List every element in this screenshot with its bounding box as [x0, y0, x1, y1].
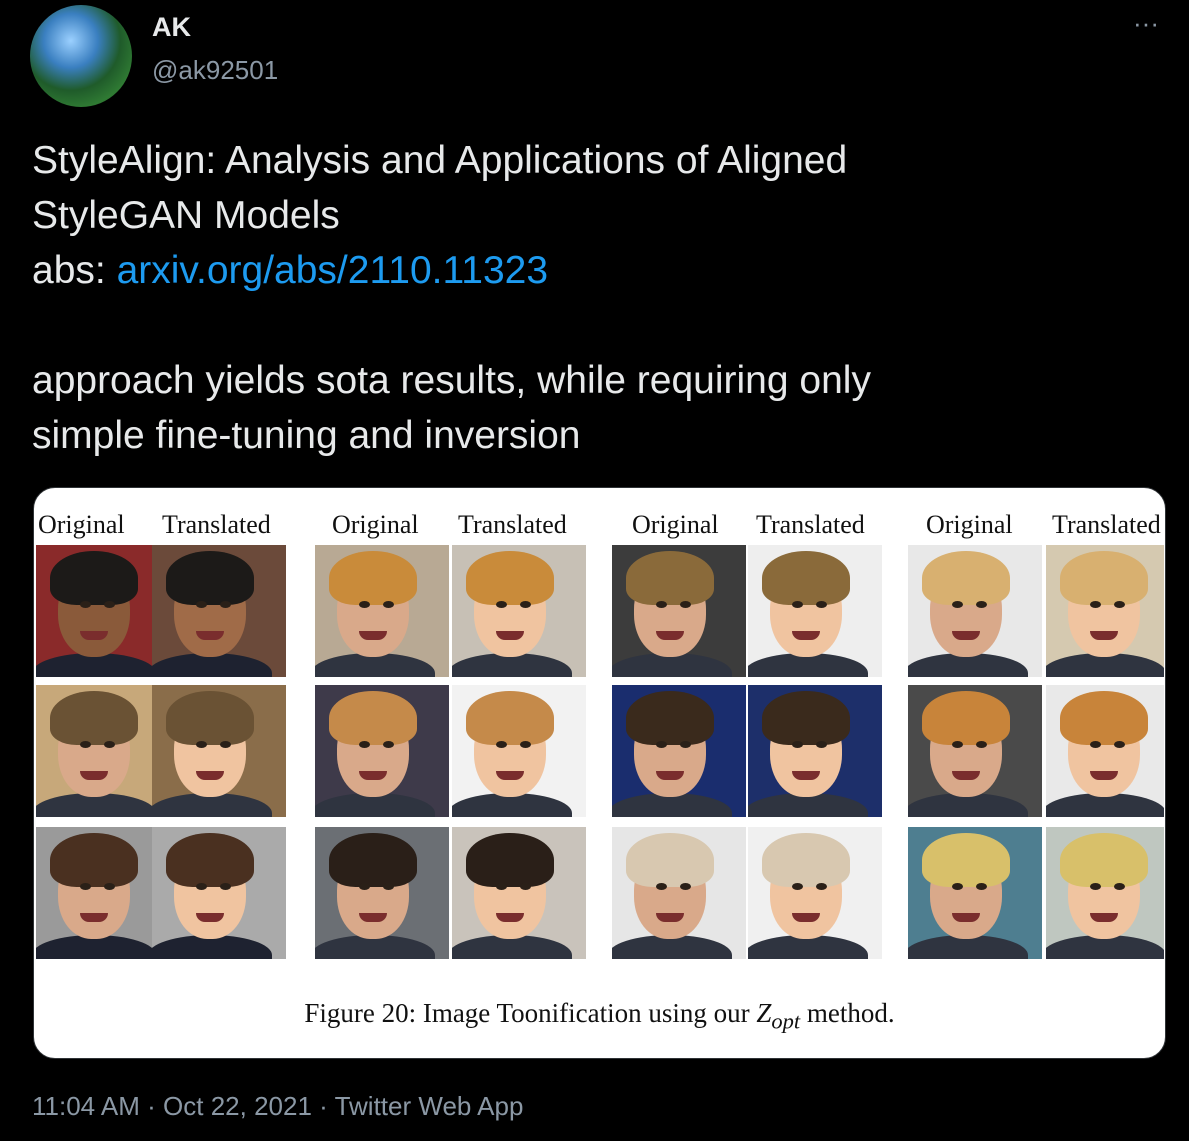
author-avatar[interactable]	[30, 5, 132, 107]
original-face-image	[315, 545, 449, 677]
tweet-line: simple fine-tuning and inversion	[32, 414, 581, 457]
math-subscript: opt	[771, 1008, 801, 1034]
translated-face-image	[152, 545, 286, 677]
figure-caption: Figure 20: Image Toonification using our…	[304, 998, 895, 1034]
translated-face-image	[452, 545, 586, 677]
original-face-image	[315, 827, 449, 959]
original-face-image	[908, 545, 1042, 677]
column-header-original: Original	[632, 510, 719, 539]
original-face-image	[612, 685, 746, 817]
tweet-metadata: 11:04 AM · Oct 22, 2021 · Twitter Web Ap…	[32, 1091, 524, 1121]
original-face-image	[315, 685, 449, 817]
translated-face-image	[452, 685, 586, 817]
translated-face-image	[152, 685, 286, 817]
column-header-original: Original	[926, 510, 1013, 539]
column-header-translated: Translated	[756, 510, 865, 539]
original-face-image	[612, 827, 746, 959]
translated-face-image	[748, 827, 882, 959]
column-header-translated: Translated	[162, 510, 271, 539]
translated-face-image	[1046, 685, 1164, 817]
column-header-original: Original	[332, 510, 419, 539]
tweet-source[interactable]: Twitter Web App	[335, 1091, 524, 1121]
tweet-text: StyleAlign: Analysis and Applications of…	[32, 133, 1142, 463]
original-face-image	[36, 827, 170, 959]
arxiv-link[interactable]: arxiv.org/abs/2110.11323	[117, 249, 548, 292]
tweet-media-image[interactable]: Original Translated Original Translated Orig…	[33, 487, 1166, 1059]
translated-face-image	[452, 827, 586, 959]
tweet-line: StyleGAN Models	[32, 194, 340, 237]
tweet-line: StyleAlign: Analysis and Applications of…	[32, 139, 848, 182]
tweet-line: abs: arxiv.org/abs/2110.11323	[32, 243, 1142, 298]
author-name[interactable]: AK	[152, 12, 191, 43]
translated-face-image	[1046, 827, 1164, 959]
original-face-image	[36, 545, 170, 677]
original-face-image	[612, 545, 746, 677]
original-face-image	[908, 685, 1042, 817]
tweet-line: approach yields sota results, while requ…	[32, 359, 871, 402]
math-symbol: Z	[756, 998, 772, 1028]
original-face-image	[908, 827, 1042, 959]
tweet-time[interactable]: 11:04 AM	[32, 1091, 140, 1121]
tweet-date[interactable]: Oct 22, 2021	[163, 1091, 312, 1121]
column-header-original: Original	[38, 510, 125, 539]
translated-face-image	[748, 545, 882, 677]
column-header-translated: Translated	[458, 510, 567, 539]
column-header-translated: Translated	[1052, 510, 1161, 539]
author-handle[interactable]: @ak92501	[152, 55, 278, 86]
translated-face-image	[748, 685, 882, 817]
more-options-icon[interactable]: ···	[1128, 10, 1164, 38]
translated-face-image	[152, 827, 286, 959]
abs-prefix: abs:	[32, 249, 117, 292]
translated-face-image	[1046, 545, 1164, 677]
original-face-image	[36, 685, 170, 817]
